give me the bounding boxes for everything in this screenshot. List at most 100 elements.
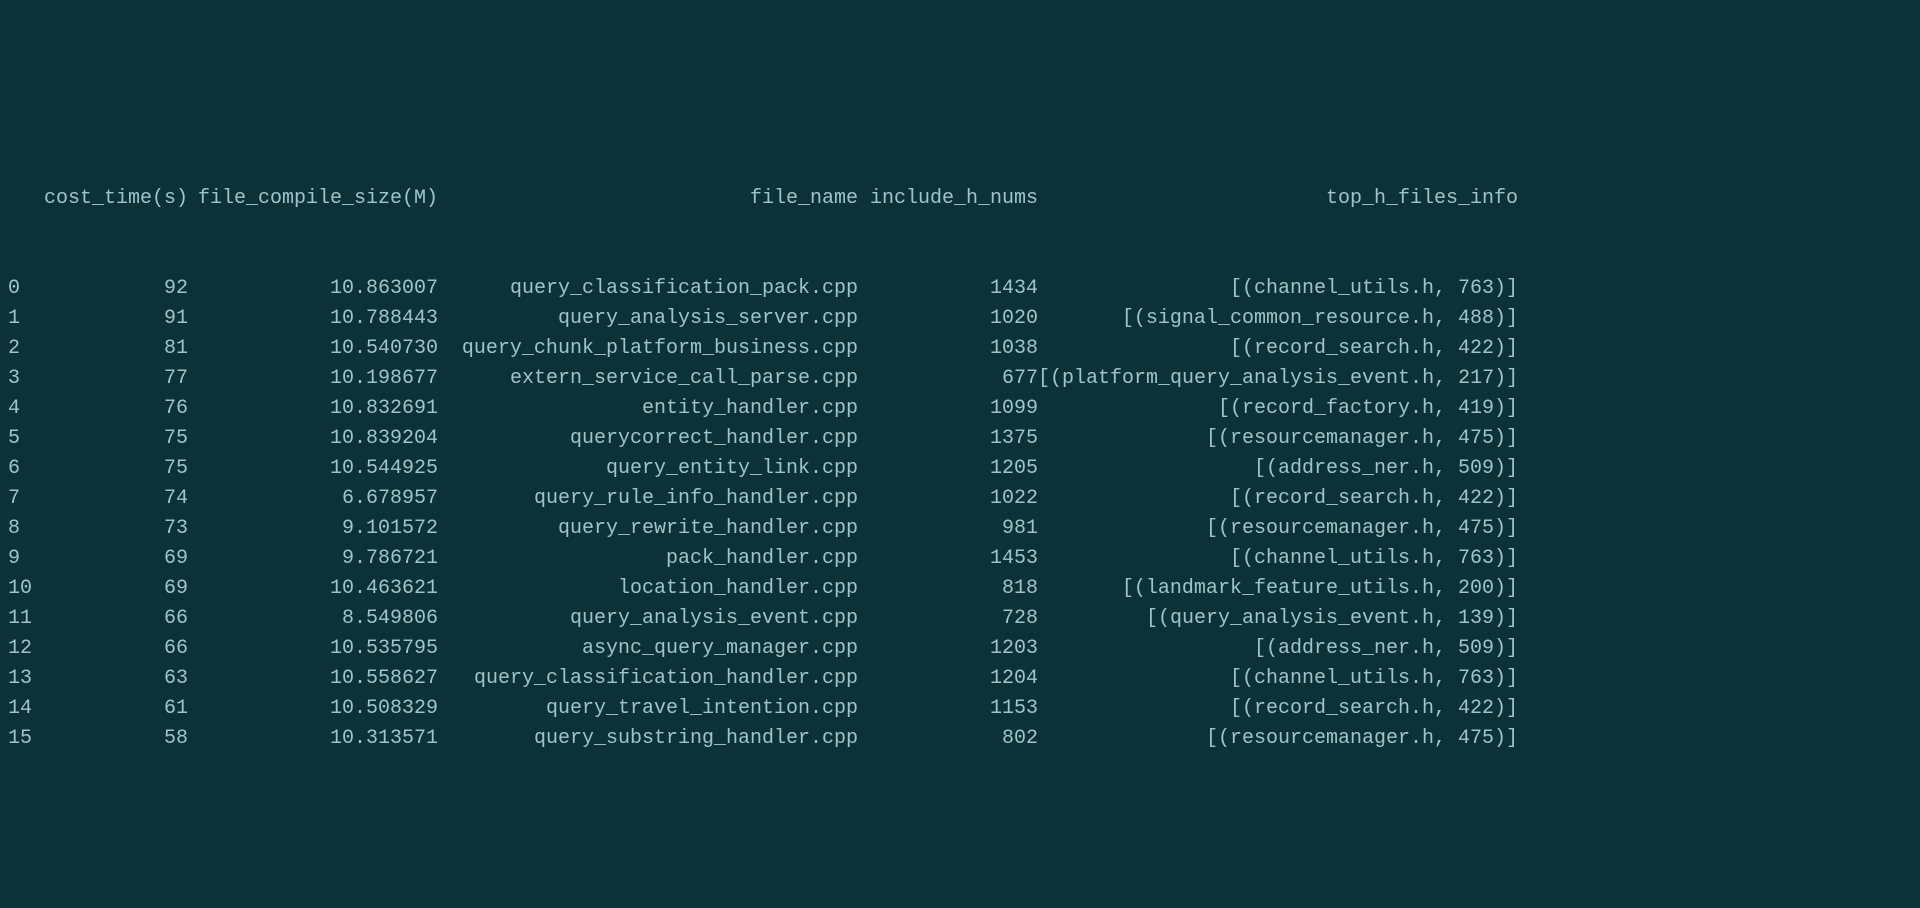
cell-top-h-files-info: [(record_search.h, 422)] bbox=[1038, 334, 1518, 364]
cell-file-name: query_travel_intention.cpp bbox=[438, 694, 858, 724]
cell-cost-time: 77 bbox=[38, 364, 188, 394]
cell-file-compile-size: 10.463621 bbox=[188, 574, 438, 604]
cell-index: 5 bbox=[8, 424, 38, 454]
cell-top-h-files-info: [(landmark_feature_utils.h, 200)] bbox=[1038, 574, 1518, 604]
table-row: 155810.313571query_substring_handler.cpp… bbox=[8, 724, 1912, 754]
cell-file-compile-size: 10.198677 bbox=[188, 364, 438, 394]
cell-include-h-nums: 981 bbox=[858, 514, 1038, 544]
cell-file-name: query_analysis_server.cpp bbox=[438, 304, 858, 334]
cell-file-name: querycorrect_handler.cpp bbox=[438, 424, 858, 454]
cell-file-compile-size: 10.540730 bbox=[188, 334, 438, 364]
cell-top-h-files-info: [(record_factory.h, 419)] bbox=[1038, 394, 1518, 424]
cell-file-compile-size: 10.313571 bbox=[188, 724, 438, 754]
cell-index: 1 bbox=[8, 304, 38, 334]
header-index bbox=[8, 184, 38, 214]
cell-top-h-files-info: [(address_ner.h, 509)] bbox=[1038, 634, 1518, 664]
cell-top-h-files-info: [(channel_utils.h, 763)] bbox=[1038, 544, 1518, 574]
cell-cost-time: 74 bbox=[38, 484, 188, 514]
cell-cost-time: 73 bbox=[38, 514, 188, 544]
cell-file-name: query_analysis_event.cpp bbox=[438, 604, 858, 634]
table-row: 09210.863007query_classification_pack.cp… bbox=[8, 274, 1912, 304]
cell-cost-time: 58 bbox=[38, 724, 188, 754]
cell-include-h-nums: 1020 bbox=[858, 304, 1038, 334]
cell-file-compile-size: 10.839204 bbox=[188, 424, 438, 454]
cell-include-h-nums: 728 bbox=[858, 604, 1038, 634]
cell-file-compile-size: 10.863007 bbox=[188, 274, 438, 304]
cell-include-h-nums: 677 bbox=[858, 364, 1038, 394]
header-cost-time: cost_time(s) bbox=[38, 184, 188, 214]
cell-index: 10 bbox=[8, 574, 38, 604]
cell-file-name: entity_handler.cpp bbox=[438, 394, 858, 424]
cell-cost-time: 75 bbox=[38, 454, 188, 484]
table-row: 136310.558627query_classification_handle… bbox=[8, 664, 1912, 694]
cell-index: 3 bbox=[8, 364, 38, 394]
cell-file-name: location_handler.cpp bbox=[438, 574, 858, 604]
cell-file-name: query_rewrite_handler.cpp bbox=[438, 514, 858, 544]
cell-file-compile-size: 9.101572 bbox=[188, 514, 438, 544]
header-file-name: file_name bbox=[438, 184, 858, 214]
dataframe-output: cost_time(s) file_compile_size(M) file_n… bbox=[8, 124, 1912, 784]
cell-file-compile-size: 10.535795 bbox=[188, 634, 438, 664]
cell-cost-time: 92 bbox=[38, 274, 188, 304]
cell-file-name: query_classification_handler.cpp bbox=[438, 664, 858, 694]
cell-file-compile-size: 6.678957 bbox=[188, 484, 438, 514]
cell-cost-time: 61 bbox=[38, 694, 188, 724]
cell-top-h-files-info: [(resourcemanager.h, 475)] bbox=[1038, 514, 1518, 544]
cell-top-h-files-info: [(signal_common_resource.h, 488)] bbox=[1038, 304, 1518, 334]
cell-include-h-nums: 1205 bbox=[858, 454, 1038, 484]
cell-top-h-files-info: [(address_ner.h, 509)] bbox=[1038, 454, 1518, 484]
cell-index: 0 bbox=[8, 274, 38, 304]
cell-top-h-files-info: [(record_search.h, 422)] bbox=[1038, 694, 1518, 724]
cell-file-name: extern_service_call_parse.cpp bbox=[438, 364, 858, 394]
cell-index: 13 bbox=[8, 664, 38, 694]
cell-top-h-files-info: [(record_search.h, 422)] bbox=[1038, 484, 1518, 514]
cell-include-h-nums: 818 bbox=[858, 574, 1038, 604]
cell-include-h-nums: 1203 bbox=[858, 634, 1038, 664]
cell-cost-time: 63 bbox=[38, 664, 188, 694]
header-row: cost_time(s) file_compile_size(M) file_n… bbox=[8, 184, 1912, 214]
cell-cost-time: 75 bbox=[38, 424, 188, 454]
cell-include-h-nums: 1038 bbox=[858, 334, 1038, 364]
cell-include-h-nums: 1453 bbox=[858, 544, 1038, 574]
cell-include-h-nums: 1022 bbox=[858, 484, 1038, 514]
cell-file-compile-size: 10.558627 bbox=[188, 664, 438, 694]
cell-file-name: async_query_manager.cpp bbox=[438, 634, 858, 664]
cell-include-h-nums: 802 bbox=[858, 724, 1038, 754]
table-row: 8739.101572query_rewrite_handler.cpp981[… bbox=[8, 514, 1912, 544]
cell-file-name: query_entity_link.cpp bbox=[438, 454, 858, 484]
cell-cost-time: 66 bbox=[38, 634, 188, 664]
cell-include-h-nums: 1434 bbox=[858, 274, 1038, 304]
table-row: 146110.508329query_travel_intention.cpp1… bbox=[8, 694, 1912, 724]
cell-cost-time: 66 bbox=[38, 604, 188, 634]
table-row: 11668.549806query_analysis_event.cpp728[… bbox=[8, 604, 1912, 634]
table-row: 37710.198677extern_service_call_parse.cp… bbox=[8, 364, 1912, 394]
cell-index: 2 bbox=[8, 334, 38, 364]
cell-top-h-files-info: [(channel_utils.h, 763)] bbox=[1038, 274, 1518, 304]
table-row: 19110.788443query_analysis_server.cpp102… bbox=[8, 304, 1912, 334]
cell-index: 12 bbox=[8, 634, 38, 664]
cell-file-name: query_rule_info_handler.cpp bbox=[438, 484, 858, 514]
cell-index: 7 bbox=[8, 484, 38, 514]
table-row: 57510.839204querycorrect_handler.cpp1375… bbox=[8, 424, 1912, 454]
cell-top-h-files-info: [(resourcemanager.h, 475)] bbox=[1038, 724, 1518, 754]
cell-cost-time: 69 bbox=[38, 544, 188, 574]
cell-file-name: query_classification_pack.cpp bbox=[438, 274, 858, 304]
header-top-h-files-info: top_h_files_info bbox=[1038, 184, 1518, 214]
cell-top-h-files-info: [(channel_utils.h, 763)] bbox=[1038, 664, 1518, 694]
cell-file-compile-size: 9.786721 bbox=[188, 544, 438, 574]
cell-file-compile-size: 10.832691 bbox=[188, 394, 438, 424]
cell-cost-time: 76 bbox=[38, 394, 188, 424]
cell-file-compile-size: 10.544925 bbox=[188, 454, 438, 484]
table-row: 126610.535795async_query_manager.cpp1203… bbox=[8, 634, 1912, 664]
cell-include-h-nums: 1099 bbox=[858, 394, 1038, 424]
cell-index: 14 bbox=[8, 694, 38, 724]
cell-cost-time: 91 bbox=[38, 304, 188, 334]
table-row: 7746.678957query_rule_info_handler.cpp10… bbox=[8, 484, 1912, 514]
header-file-compile-size: file_compile_size(M) bbox=[188, 184, 438, 214]
cell-index: 4 bbox=[8, 394, 38, 424]
cell-index: 8 bbox=[8, 514, 38, 544]
cell-cost-time: 81 bbox=[38, 334, 188, 364]
cell-include-h-nums: 1204 bbox=[858, 664, 1038, 694]
cell-file-compile-size: 8.549806 bbox=[188, 604, 438, 634]
table-row: 106910.463621location_handler.cpp818[(la… bbox=[8, 574, 1912, 604]
